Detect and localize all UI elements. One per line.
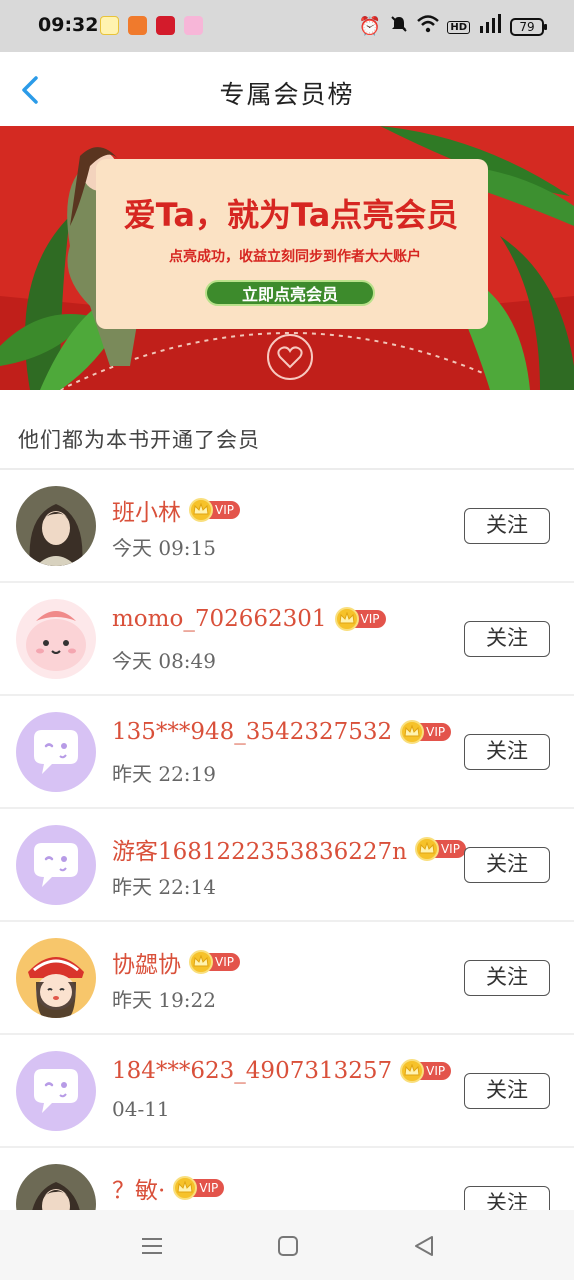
vip-badge: VIP [173,1176,225,1200]
member-name[interactable]: momo_702662301 [112,606,327,632]
mute-icon [389,14,409,40]
status-bar: 09:32 ⏰ HD 79 [0,0,574,52]
name-line: 游客1681222353836227n VIP [112,832,466,866]
member-row[interactable]: ？敏· VIP 关注 [0,1148,574,1210]
notification-app-icon [184,16,203,35]
vip-badge: VIP [400,1059,452,1083]
menu-icon[interactable] [138,1232,166,1260]
avatar[interactable] [16,712,96,792]
system-nav-bar [0,1210,574,1280]
alarm-icon: ⏰ [358,16,382,37]
notification-app-icon [100,16,119,35]
follow-button[interactable]: 关注 [464,1073,550,1109]
status-time: 09:32 [38,14,99,36]
activate-membership-button[interactable]: 立即点亮会员 [205,280,375,306]
status-indicators: ⏰ HD 79 [358,14,547,40]
crown-icon [334,607,359,631]
banner-subtitle: 点亮成功，收益立刻同步到作者大大账户 [169,249,421,265]
follow-button[interactable]: 关注 [464,621,550,657]
name-line: ？敏· VIP [112,1171,225,1205]
member-name[interactable]: ？敏· [112,1171,165,1205]
member-time: 今天 09:15 [112,536,216,560]
member-name[interactable]: 协勰协 [112,945,181,979]
crown-icon [400,1059,425,1083]
member-time: 04-11 [112,1097,170,1121]
crown-icon [189,498,213,522]
page-header: 专属会员榜 [0,52,574,126]
promo-banner[interactable]: 爱Ta，就为Ta点亮会员 点亮成功，收益立刻同步到作者大大账户 立即点亮会员 [0,126,574,390]
member-time: 昨天 19:22 [112,988,216,1012]
vip-badge: VIP [414,837,466,861]
heart-seal-icon [267,334,313,380]
member-row[interactable]: 游客1681222353836227n VIP 昨天 22:14 关注 [0,809,574,922]
name-line: 184***623_4907313257 VIP [112,1058,452,1084]
vip-badge: VIP [400,720,452,744]
home-icon[interactable] [274,1232,302,1260]
banner-headline: 爱Ta，就为Ta点亮会员 [123,196,459,234]
avatar[interactable] [16,599,96,679]
follow-button[interactable]: 关注 [464,960,550,996]
member-time: 昨天 22:19 [112,762,216,786]
notification-app-icon [156,16,175,35]
member-list[interactable]: 班小林 VIP 今天 09:15 关注 momo_702662301 VIP 今天 08:4… [0,470,574,1210]
avatar[interactable] [16,1051,96,1131]
member-row[interactable]: 班小林 VIP 今天 09:15 关注 [0,470,574,583]
hd-indicator: HD [447,20,470,34]
member-name[interactable]: 游客1681222353836227n [112,832,407,866]
crown-icon [414,837,439,861]
member-row[interactable]: 135***948_3542327532 VIP 昨天 22:19 关注 [0,696,574,809]
notification-app-icon [128,16,147,35]
member-row[interactable]: 184***623_4907313257 VIP 04-11 关注 [0,1035,574,1148]
back-nav-icon[interactable] [410,1232,438,1260]
avatar[interactable] [16,486,96,566]
avatar[interactable] [16,825,96,905]
crown-icon [189,950,213,974]
page-title: 专属会员榜 [219,80,355,109]
member-name[interactable]: 班小林 [112,493,181,527]
signal-icon [478,14,502,40]
name-line: momo_702662301 VIP [112,606,386,632]
avatar[interactable] [16,938,96,1018]
member-row[interactable]: 协勰协 VIP 昨天 19:22 关注 [0,922,574,1035]
section-title: 他们都为本书开通了会员 [18,428,260,452]
vip-badge: VIP [189,950,240,974]
avatar[interactable] [16,1164,96,1210]
name-line: 135***948_3542327532 VIP [112,719,452,745]
crown-icon [400,720,425,744]
member-name[interactable]: 135***948_3542327532 [112,719,392,745]
follow-button[interactable]: 关注 [464,508,550,544]
member-time: 今天 08:49 [112,649,216,673]
vip-badge: VIP [334,607,386,631]
vip-badge: VIP [189,498,240,522]
follow-button[interactable]: 关注 [464,734,550,770]
follow-button[interactable]: 关注 [464,847,550,883]
name-line: 协勰协 VIP [112,945,240,979]
wifi-icon [417,15,440,39]
member-row[interactable]: momo_702662301 VIP 今天 08:49 关注 [0,583,574,696]
battery-indicator: 79 [510,18,547,36]
member-name[interactable]: 184***623_4907313257 [112,1058,392,1084]
name-line: 班小林 VIP [112,493,240,527]
member-time: 昨天 22:14 [112,875,216,899]
follow-button[interactable]: 关注 [464,1186,550,1210]
